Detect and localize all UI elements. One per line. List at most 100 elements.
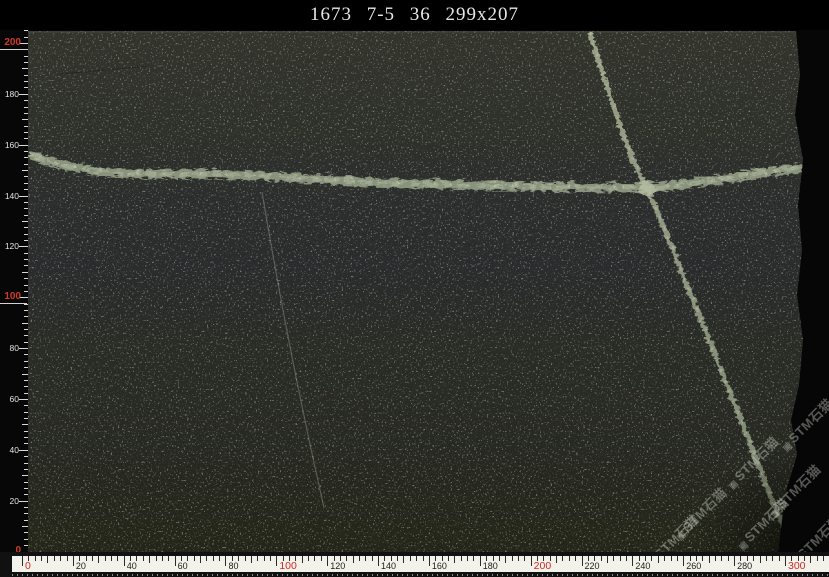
left-ruler-tick bbox=[24, 316, 28, 317]
bottom-ruler-tick bbox=[245, 556, 246, 561]
bottom-ruler-label: 240 bbox=[635, 561, 650, 571]
bottom-ruler-tick bbox=[264, 556, 265, 561]
left-ruler-tick bbox=[24, 539, 28, 540]
bottom-ruler-tick bbox=[86, 556, 87, 561]
bottom-ruler-tick bbox=[308, 556, 309, 561]
left-ruler-tick bbox=[22, 475, 28, 476]
bottom-ruler-label: 120 bbox=[330, 561, 345, 571]
bottom-ruler-tick bbox=[524, 556, 525, 561]
left-ruler-tick bbox=[22, 272, 28, 273]
bottom-ruler-tick bbox=[505, 556, 506, 563]
bottom-ruler-tick bbox=[187, 556, 188, 561]
bottom-ruler-tick bbox=[276, 556, 277, 566]
left-ruler-tick bbox=[24, 507, 28, 508]
left-ruler-tick bbox=[24, 482, 28, 483]
bottom-ruler-tick bbox=[728, 556, 729, 561]
bottom-ruler-tick bbox=[314, 556, 315, 561]
left-ruler-tick bbox=[24, 138, 28, 139]
bottom-ruler-tick bbox=[429, 556, 430, 566]
left-ruler-tick bbox=[19, 246, 28, 247]
bottom-ruler-tick bbox=[225, 556, 226, 566]
bottom-ruler-tick bbox=[79, 556, 80, 561]
bottom-ruler-tick bbox=[734, 556, 735, 566]
left-ruler-tick bbox=[24, 183, 28, 184]
left-ruler-tick bbox=[19, 399, 28, 400]
bottom-ruler-label: 40 bbox=[127, 561, 137, 571]
left-ruler-tick bbox=[24, 463, 28, 464]
left-ruler-label-underline bbox=[0, 49, 27, 50]
left-ruler-tick bbox=[22, 68, 28, 69]
bottom-ruler-tick bbox=[562, 556, 563, 561]
left-ruler-tick bbox=[24, 393, 28, 394]
bottom-ruler-tick bbox=[372, 556, 373, 561]
left-ruler-tick bbox=[24, 488, 28, 489]
left-ruler-tick bbox=[24, 437, 28, 438]
left-ruler-tick bbox=[22, 119, 28, 120]
bottom-ruler-tick bbox=[98, 556, 99, 563]
left-ruler-tick bbox=[24, 310, 28, 311]
bottom-ruler-tick bbox=[677, 556, 678, 561]
bottom-ruler-tick bbox=[327, 556, 328, 566]
bottom-ruler-tick bbox=[232, 556, 233, 561]
bottom-ruler-label: 100 bbox=[279, 560, 297, 572]
slab-scanner-screen: ▣STM石猫▣STM石猫▣STM石猫▣STM石猫▣STM石猫▣STM石猫▣STM… bbox=[0, 0, 829, 577]
left-ruler-tick bbox=[24, 81, 28, 82]
bottom-ruler-tick bbox=[620, 556, 621, 561]
bottom-ruler-tick bbox=[346, 556, 347, 561]
bottom-ruler-tick bbox=[238, 556, 239, 561]
bottom-ruler-tick bbox=[22, 556, 23, 566]
bottom-ruler-tick bbox=[588, 556, 589, 561]
left-ruler-label: 140 bbox=[0, 191, 19, 201]
left-ruler-tick bbox=[24, 75, 28, 76]
bottom-ruler-tick bbox=[442, 556, 443, 561]
bottom-ruler-tick bbox=[582, 556, 583, 566]
left-ruler-tick bbox=[24, 208, 28, 209]
left-ruler-tick bbox=[24, 494, 28, 495]
left-ruler-tick bbox=[24, 418, 28, 419]
left-ruler-tick bbox=[24, 354, 28, 355]
left-ruler-tick bbox=[24, 443, 28, 444]
left-ruler-tick bbox=[24, 202, 28, 203]
bottom-ruler-label: 300 bbox=[788, 560, 806, 572]
left-ruler-tick bbox=[24, 132, 28, 133]
left-ruler-tick bbox=[24, 456, 28, 457]
bottom-ruler-tick bbox=[149, 556, 150, 563]
bottom-ruler-tick bbox=[67, 556, 68, 561]
left-ruler-tick bbox=[24, 56, 28, 57]
bottom-ruler-tick bbox=[117, 556, 118, 561]
slab-title: 1673 7-5 36 299x207 bbox=[310, 4, 519, 26]
bottom-ruler-tick bbox=[480, 556, 481, 566]
left-ruler-label: 60 bbox=[0, 394, 19, 404]
bottom-ruler-tick bbox=[340, 556, 341, 561]
bottom-ruler-label: 140 bbox=[381, 561, 396, 571]
bottom-ruler-tick bbox=[785, 556, 786, 566]
bottom-ruler-tick bbox=[156, 556, 157, 561]
left-ruler-tick bbox=[24, 87, 28, 88]
bottom-ruler-tick bbox=[607, 556, 608, 563]
bottom-ruler-label: 60 bbox=[178, 561, 188, 571]
dotted-baseline bbox=[12, 574, 829, 576]
bottom-ruler-tick bbox=[683, 556, 684, 566]
left-ruler-tick bbox=[24, 335, 28, 336]
bottom-ruler-tick bbox=[632, 556, 633, 566]
bottom-ruler-tick bbox=[423, 556, 424, 561]
bottom-ruler-tick bbox=[162, 556, 163, 561]
bottom-ruler-tick bbox=[740, 556, 741, 561]
bottom-ruler-tick bbox=[143, 556, 144, 561]
left-ruler-label-underline bbox=[0, 303, 27, 304]
slab-image bbox=[0, 0, 829, 577]
left-ruler-label: 20 bbox=[0, 496, 19, 506]
bottom-ruler-tick bbox=[54, 556, 55, 561]
bottom-ruler-tick bbox=[105, 556, 106, 561]
bottom-ruler-tick bbox=[92, 556, 93, 561]
bottom-ruler-tick bbox=[810, 556, 811, 563]
bottom-ruler-tick bbox=[130, 556, 131, 561]
bottom-ruler-label: 160 bbox=[432, 561, 447, 571]
bottom-ruler-strip: 0204060801001201401601802002202402602803… bbox=[12, 556, 829, 572]
bottom-ruler-tick bbox=[512, 556, 513, 561]
left-ruler-tick bbox=[24, 405, 28, 406]
bottom-ruler-tick bbox=[175, 556, 176, 566]
bottom-ruler-tick bbox=[766, 556, 767, 561]
bottom-ruler-tick bbox=[518, 556, 519, 561]
bottom-ruler-tick bbox=[168, 556, 169, 561]
